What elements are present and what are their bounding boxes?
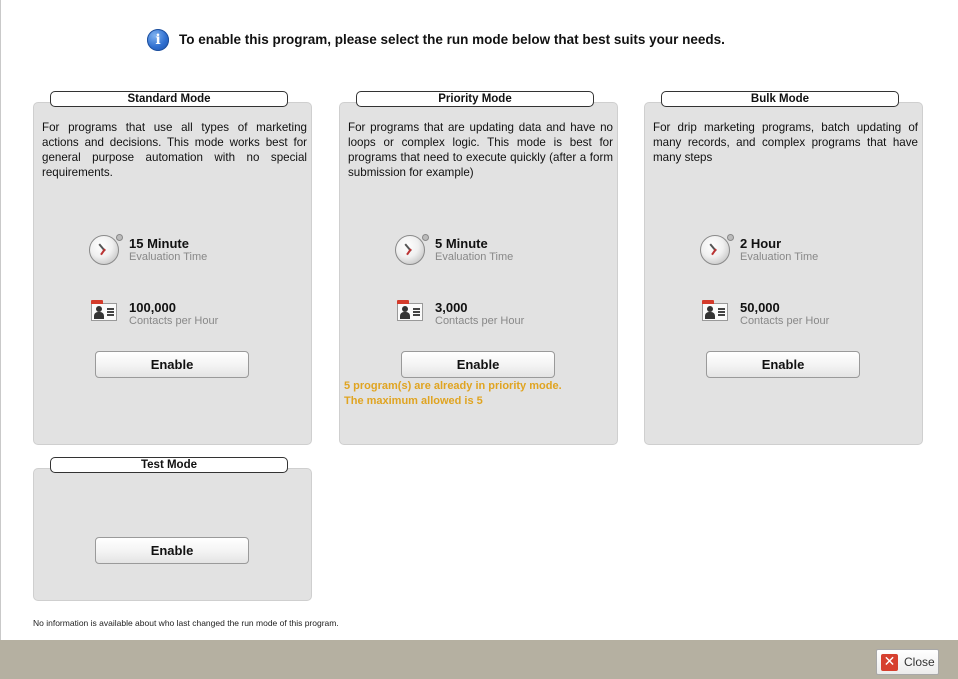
standard-mode-panel: Standard Mode For programs that use all … [33,91,312,445]
panel-title: Priority Mode [356,91,594,107]
enable-standard-button[interactable]: Enable [95,351,249,378]
stopwatch-icon [395,234,429,265]
evaluation-time-value: 5 Minute [435,236,488,251]
evaluation-time-value: 15 Minute [129,236,189,251]
contacts-per-hour-stat: 50,000 Contacts per Hour [700,299,900,333]
contacts-per-hour-stat: 3,000 Contacts per Hour [395,299,595,333]
close-icon: ✕ [881,654,898,671]
contact-card-icon [702,300,728,321]
panel-title: Bulk Mode [661,91,899,107]
mode-description: For programs that use all types of marke… [42,121,307,179]
contact-card-icon [397,300,423,321]
evaluation-time-label: Evaluation Time [435,251,514,263]
evaluation-time-label: Evaluation Time [740,251,819,263]
instruction-text: To enable this program, please select th… [179,32,725,47]
stopwatch-icon [89,234,123,265]
panel-title: Test Mode [50,457,288,473]
run-mode-change-note: No information is available about who la… [33,618,339,628]
contacts-per-hour-stat: 100,000 Contacts per Hour [89,299,289,333]
priority-limit-warning: 5 program(s) are already in priority mod… [344,379,562,409]
close-label: Close [904,655,935,669]
enable-priority-button[interactable]: Enable [401,351,555,378]
evaluation-time-label: Evaluation Time [129,251,208,263]
evaluation-time-value: 2 Hour [740,236,782,251]
warning-line-2: The maximum allowed is 5 [344,395,483,407]
info-icon: i [147,29,169,51]
evaluation-time-stat: 15 Minute Evaluation Time [89,234,289,269]
contacts-label: Contacts per Hour [129,315,219,327]
test-mode-panel: Test Mode Enable [33,457,312,601]
close-button[interactable]: ✕ Close [876,649,939,675]
enable-bulk-button[interactable]: Enable [706,351,860,378]
panel-title: Standard Mode [50,91,288,107]
mode-description: For programs that are updating data and … [348,121,613,179]
contacts-value: 3,000 [435,300,468,315]
contacts-value: 100,000 [129,300,176,315]
bulk-mode-panel: Bulk Mode For drip marketing programs, b… [644,91,923,445]
evaluation-time-stat: 5 Minute Evaluation Time [395,234,595,269]
contact-card-icon [91,300,117,321]
contacts-value: 50,000 [740,300,780,315]
priority-mode-panel: Priority Mode For programs that are upda… [339,91,618,445]
stopwatch-icon [700,234,734,265]
window-edge [0,0,1,640]
warning-line-1: 5 program(s) are already in priority mod… [344,380,562,392]
mode-description: For drip marketing programs, batch updat… [653,121,918,164]
enable-test-button[interactable]: Enable [95,537,249,564]
evaluation-time-stat: 2 Hour Evaluation Time [700,234,900,269]
bottom-toolbar [0,640,958,679]
instruction-header: i To enable this program, please select … [0,28,958,52]
contacts-label: Contacts per Hour [740,315,830,327]
contacts-label: Contacts per Hour [435,315,525,327]
